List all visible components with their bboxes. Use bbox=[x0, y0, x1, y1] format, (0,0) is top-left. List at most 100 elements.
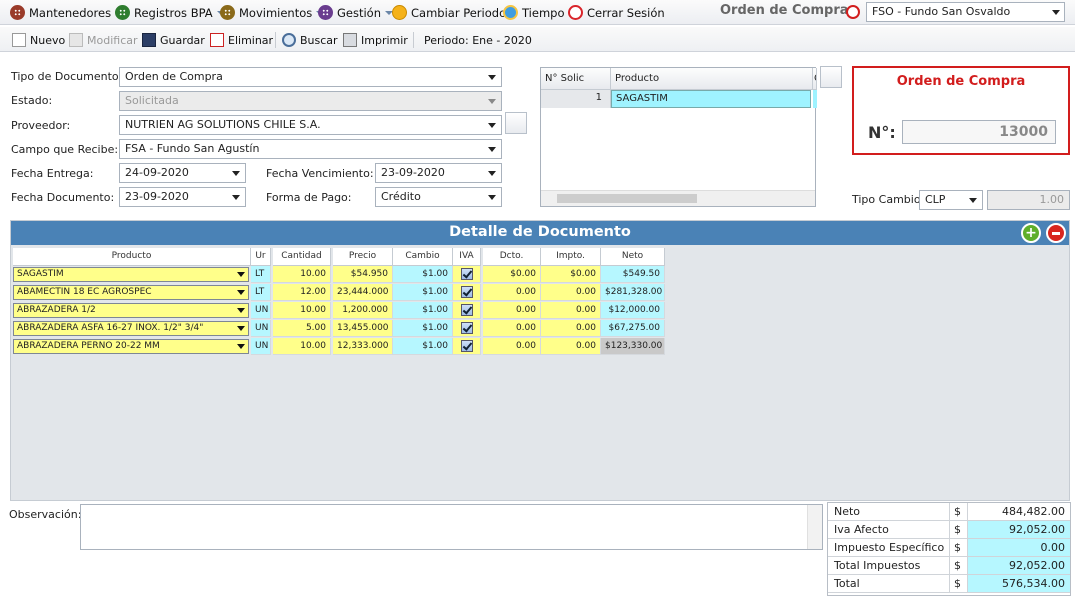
cell-iva[interactable] bbox=[453, 266, 481, 283]
iva-checkbox[interactable] bbox=[461, 340, 473, 352]
cell-cantidad[interactable]: 10.00 bbox=[273, 266, 331, 283]
cell-precio[interactable]: 23,444.000 bbox=[333, 284, 393, 301]
estado-select[interactable]: Solicitada bbox=[119, 91, 502, 111]
remove-row-icon[interactable] bbox=[1046, 223, 1066, 243]
cell-iva[interactable] bbox=[453, 284, 481, 301]
guardar-button[interactable]: Guardar bbox=[142, 31, 205, 49]
cell-dcto[interactable]: 0.00 bbox=[483, 284, 541, 301]
cell-neto[interactable]: $12,000.00 bbox=[601, 302, 665, 319]
cell-neto[interactable]: $549.50 bbox=[601, 266, 665, 283]
campo-recibe-select[interactable]: FSA - Fundo San Agustín bbox=[119, 139, 502, 159]
column-header[interactable]: Ur bbox=[251, 248, 271, 266]
iva-checkbox[interactable] bbox=[461, 322, 473, 334]
cell-cantidad[interactable]: 5.00 bbox=[273, 320, 331, 337]
solic-producto-select[interactable]: SAGASTIM bbox=[611, 90, 811, 108]
cell-precio[interactable]: 1,200.000 bbox=[333, 302, 393, 319]
column-header[interactable]: Producto bbox=[13, 248, 251, 266]
cell-precio[interactable]: 12,333.000 bbox=[333, 338, 393, 355]
save-icon bbox=[142, 33, 156, 47]
menu-mantenedores[interactable]: Mantenedores bbox=[10, 4, 124, 21]
cell-cambio[interactable]: $1.00 bbox=[393, 266, 453, 283]
cell-dcto[interactable]: 0.00 bbox=[483, 320, 541, 337]
column-header[interactable]: Dcto. bbox=[483, 248, 541, 266]
order-number-field[interactable]: 13000 bbox=[902, 120, 1056, 144]
fundo-select[interactable]: FSO - Fundo San Osvaldo bbox=[866, 2, 1065, 22]
button-label: Guardar bbox=[160, 33, 205, 47]
fecha-documento-picker[interactable]: 23-09-2020 bbox=[119, 187, 246, 207]
cell-um[interactable]: UN bbox=[251, 302, 271, 319]
cell-neto[interactable]: $123,330.00 bbox=[601, 338, 665, 355]
cell-um[interactable]: UN bbox=[251, 338, 271, 355]
eliminar-button[interactable]: Eliminar bbox=[210, 31, 273, 49]
menu-cerrar-sesion[interactable]: Cerrar Sesión bbox=[568, 4, 665, 21]
cell-um[interactable]: UN bbox=[251, 320, 271, 337]
proveedor-select[interactable]: NUTRIEN AG SOLUTIONS CHILE S.A. bbox=[119, 115, 502, 135]
column-header[interactable]: Impto. bbox=[541, 248, 601, 266]
buscar-button[interactable]: Buscar bbox=[282, 31, 338, 49]
tipo-cambio-valor[interactable]: 1.00 bbox=[987, 190, 1070, 210]
menu-tiempo[interactable]: Tiempo bbox=[503, 4, 564, 21]
tipo-documento-select[interactable]: Orden de Compra bbox=[119, 67, 502, 87]
cell-cambio[interactable]: $1.00 bbox=[393, 302, 453, 319]
cell-cantidad[interactable]: 10.00 bbox=[273, 338, 331, 355]
nuevo-button[interactable]: Nuevo bbox=[12, 31, 65, 49]
column-header[interactable]: Cambio bbox=[393, 248, 453, 266]
producto-select[interactable]: ABRAZADERA ASFA 16-27 INOX. 1/2" 3/4" bbox=[13, 321, 249, 336]
iva-checkbox[interactable] bbox=[461, 268, 473, 280]
column-header[interactable]: C bbox=[813, 68, 817, 90]
cell-dcto[interactable]: 0.00 bbox=[483, 302, 541, 319]
iva-checkbox[interactable] bbox=[461, 304, 473, 316]
cell-impto[interactable]: 0.00 bbox=[541, 284, 601, 301]
menu-gestion[interactable]: Gestión bbox=[318, 4, 394, 21]
tipo-cambio-select[interactable]: CLP bbox=[919, 190, 983, 210]
cell-cambio[interactable]: $1.00 bbox=[393, 338, 453, 355]
column-header[interactable]: N° Solic bbox=[541, 68, 611, 90]
cell-precio[interactable]: 13,455.000 bbox=[333, 320, 393, 337]
cell-impto[interactable]: 0.00 bbox=[541, 302, 601, 319]
fecha-entrega-picker[interactable]: 24-09-2020 bbox=[119, 163, 246, 183]
producto-select[interactable]: ABAMECTIN 18 EC AGROSPEC bbox=[13, 285, 249, 300]
menu-movimientos[interactable]: Movimientos bbox=[220, 4, 325, 21]
cell-iva[interactable] bbox=[453, 338, 481, 355]
fecha-vencimiento-picker[interactable]: 23-09-2020 bbox=[375, 163, 502, 183]
iva-checkbox[interactable] bbox=[461, 286, 473, 298]
column-header[interactable]: Neto bbox=[601, 248, 665, 266]
cell-neto[interactable]: $67,275.00 bbox=[601, 320, 665, 337]
search-solicitud-button[interactable] bbox=[820, 66, 842, 88]
producto-select[interactable]: ABRAZADERA PERNO 20-22 MM bbox=[13, 339, 249, 354]
horizontal-scrollbar[interactable] bbox=[541, 190, 815, 206]
modificar-button[interactable]: Modificar bbox=[69, 31, 138, 49]
cell-neto[interactable]: $281,328.00 bbox=[601, 284, 665, 301]
search-proveedor-button[interactable] bbox=[505, 112, 527, 134]
cell-dcto[interactable]: $0.00 bbox=[483, 266, 541, 283]
cell-impto[interactable]: 0.00 bbox=[541, 320, 601, 337]
cell-cantidad[interactable]: 10.00 bbox=[273, 302, 331, 319]
vertical-scrollbar[interactable] bbox=[807, 505, 822, 549]
cell-precio[interactable]: $54.950 bbox=[333, 266, 393, 283]
delete-icon bbox=[210, 33, 224, 47]
column-header[interactable]: Cantidad bbox=[273, 248, 331, 266]
scrollbar-thumb[interactable] bbox=[557, 194, 697, 203]
cell-cambio[interactable]: $1.00 bbox=[393, 320, 453, 337]
menu-cambiar-periodo[interactable]: Cambiar Periodo bbox=[392, 4, 506, 21]
cell-impto[interactable]: 0.00 bbox=[541, 338, 601, 355]
column-header[interactable]: Producto bbox=[611, 68, 813, 90]
producto-select[interactable]: SAGASTIM bbox=[13, 267, 249, 282]
cell-um[interactable]: LT bbox=[251, 284, 271, 301]
observacion-textarea[interactable] bbox=[80, 504, 823, 550]
cell-impto[interactable]: $0.00 bbox=[541, 266, 601, 283]
cell-iva[interactable] bbox=[453, 320, 481, 337]
cell-dcto[interactable]: 0.00 bbox=[483, 338, 541, 355]
forma-pago-select[interactable]: Crédito bbox=[375, 187, 502, 207]
cell-cantidad[interactable]: 12.00 bbox=[273, 284, 331, 301]
menu-registros-bpa[interactable]: Registros BPA bbox=[115, 4, 225, 21]
cell-um[interactable]: LT bbox=[251, 266, 271, 283]
add-row-icon[interactable]: + bbox=[1021, 223, 1041, 243]
currency-symbol: $ bbox=[949, 539, 968, 556]
cell-cambio[interactable]: $1.00 bbox=[393, 284, 453, 301]
cell-iva[interactable] bbox=[453, 302, 481, 319]
column-header[interactable]: Precio bbox=[333, 248, 393, 266]
column-header[interactable]: IVA bbox=[453, 248, 481, 266]
imprimir-button[interactable]: Imprimir bbox=[343, 31, 408, 49]
producto-select[interactable]: ABRAZADERA 1/2 bbox=[13, 303, 249, 318]
